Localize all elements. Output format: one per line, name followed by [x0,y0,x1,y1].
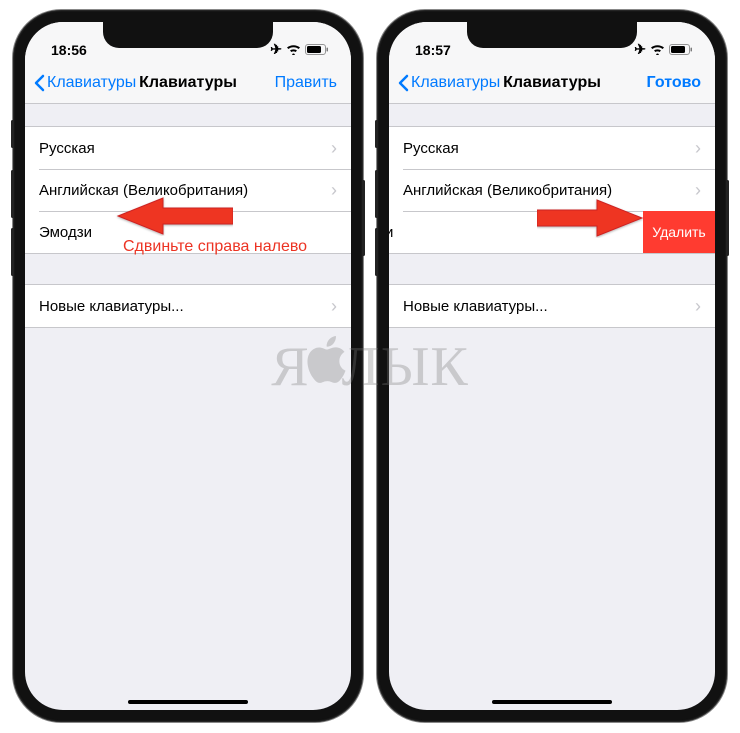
phone-mockup-right: 18:57 ✈ Клавиатуры Клавиатуры Готово [377,10,727,722]
back-button[interactable]: Клавиатуры [33,74,136,92]
mute-switch [375,120,378,148]
battery-icon [305,44,329,55]
list-item-label: Английская (Великобритания) [403,182,612,199]
status-time: 18:57 [415,42,451,58]
chevron-left-icon [397,74,409,92]
volume-down-button [375,228,378,276]
side-button [362,180,365,256]
annotation-arrow-left [113,196,233,236]
volume-up-button [375,170,378,218]
notch [103,22,273,48]
chevron-right-icon: › [695,296,701,317]
airplane-icon: ✈ [634,41,646,58]
volume-up-button [11,170,14,218]
list-item[interactable]: Русская › [25,127,351,169]
chevron-left-icon [33,74,45,92]
delete-button[interactable]: Удалить [643,211,715,253]
add-keyboard-item[interactable]: Новые клавиатуры... › [25,285,351,327]
delete-label: Удалить [652,224,705,240]
list-item-label: Новые клавиатуры... [39,298,184,315]
back-button[interactable]: Клавиатуры [397,74,500,92]
wifi-icon [650,44,665,55]
home-indicator[interactable] [492,700,612,704]
chevron-right-icon: › [331,296,337,317]
mute-switch [11,120,14,148]
list-item-label: Новые клавиатуры... [403,298,548,315]
phone-mockup-left: 18:56 ✈ Клавиатуры Клавиатуры Править [13,10,363,722]
annotation-arrow-right [537,198,647,238]
navigation-bar: Клавиатуры Клавиатуры Править [25,62,351,104]
add-keyboard-item[interactable]: Новые клавиатуры... › [389,285,715,327]
chevron-right-icon: › [331,138,337,159]
page-title: Клавиатуры [139,74,237,92]
battery-icon [669,44,693,55]
edit-button[interactable]: Править [275,74,343,92]
volume-down-button [11,228,14,276]
list-item-label: и [389,224,393,241]
chevron-right-icon: › [331,180,337,201]
home-indicator[interactable] [128,700,248,704]
airplane-icon: ✈ [270,41,282,58]
new-keyboard-group: Новые клавиатуры... › [25,284,351,328]
chevron-right-icon: › [695,138,701,159]
list-item-label: Эмодзи [39,224,92,241]
back-label: Клавиатуры [47,74,136,92]
done-button[interactable]: Готово [647,74,707,92]
wifi-icon [286,44,301,55]
navigation-bar: Клавиатуры Клавиатуры Готово [389,62,715,104]
status-time: 18:56 [51,42,87,58]
list-item-label: Русская [39,140,95,157]
page-title: Клавиатуры [503,74,601,92]
list-item[interactable]: Русская › [389,127,715,169]
new-keyboard-group: Новые клавиатуры... › [389,284,715,328]
notch [467,22,637,48]
annotation-text: Сдвиньте справа налево [123,238,307,256]
chevron-right-icon: › [695,180,701,201]
list-item-label: Русская [403,140,459,157]
side-button [726,180,729,256]
back-label: Клавиатуры [411,74,500,92]
